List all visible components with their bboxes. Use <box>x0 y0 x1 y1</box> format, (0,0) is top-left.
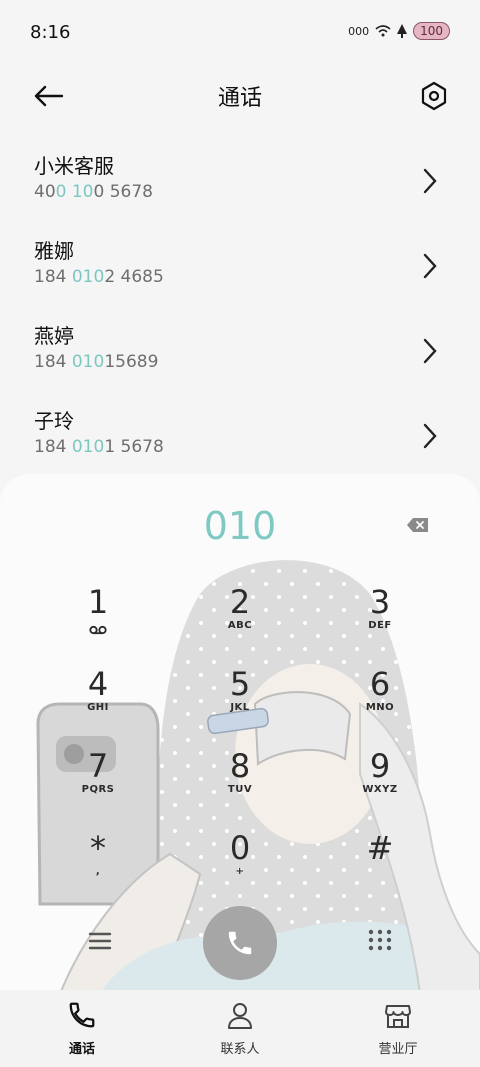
store-icon <box>385 1005 411 1028</box>
phone-icon <box>69 1002 95 1028</box>
contact-name: 子玲 <box>34 409 74 433</box>
nav-calls[interactable]: 通话 <box>32 1000 132 1060</box>
page-title: 通话 <box>217 86 262 111</box>
contact-name: 燕婷 <box>34 324 74 348</box>
bottom-navigation: 通话 联系人 营业厅 <box>0 990 480 1067</box>
nav-store[interactable]: 营业厅 <box>348 1000 448 1060</box>
keypad-grid-icon[interactable] <box>366 928 394 952</box>
call-button[interactable] <box>203 906 277 980</box>
status-icons: 000 100 <box>348 22 450 40</box>
dialpad-panel: 010 1 2 ABC 3 DEF 4 GHI 5 JKL 6 MNO 7 PQ… <box>0 474 480 994</box>
phone-icon <box>228 931 252 955</box>
signal-icon: 000 <box>348 24 370 38</box>
tree-icon <box>397 24 408 38</box>
contact-number: 400 100 5678 <box>34 182 153 202</box>
battery-indicator: 100 <box>413 22 450 40</box>
key-1[interactable]: 1 <box>48 584 148 654</box>
chevron-right-icon <box>423 423 437 449</box>
contact-number: 184 0101 5678 <box>34 437 164 457</box>
key-0[interactable]: 0 + <box>190 830 290 900</box>
menu-icon[interactable] <box>86 930 114 952</box>
person-icon <box>228 1003 252 1029</box>
header: 通话 <box>0 68 480 124</box>
key-4[interactable]: 4 GHI <box>48 666 148 736</box>
backspace-icon[interactable] <box>406 516 430 534</box>
key-8[interactable]: 8 TUV <box>190 748 290 818</box>
key-9[interactable]: 9 WXYZ <box>330 748 430 818</box>
gear-icon <box>421 81 447 111</box>
contact-number: 184 01015689 <box>34 352 159 372</box>
contact-name: 雅娜 <box>34 239 74 263</box>
key-hash[interactable]: # <box>330 830 430 900</box>
key-6[interactable]: 6 MNO <box>330 666 430 736</box>
nav-store-label: 营业厅 <box>378 1042 418 1057</box>
key-star[interactable]: * , <box>48 830 148 900</box>
status-time: 8:16 <box>30 22 71 43</box>
contact-row[interactable]: 燕婷 184 01015689 <box>0 320 480 400</box>
key-7[interactable]: 7 PQRS <box>48 748 148 818</box>
nav-contacts[interactable]: 联系人 <box>190 1000 290 1060</box>
contact-number: 184 0102 4685 <box>34 267 164 287</box>
key-5[interactable]: 5 JKL <box>190 666 290 736</box>
wifi-icon <box>375 25 391 37</box>
contact-row[interactable]: 雅娜 184 0102 4685 <box>0 235 480 315</box>
chevron-right-icon <box>423 253 437 279</box>
nav-calls-label: 通话 <box>68 1042 95 1057</box>
chevron-right-icon <box>423 338 437 364</box>
key-3[interactable]: 3 DEF <box>330 584 430 654</box>
contact-row[interactable]: 子玲 184 0101 5678 <box>0 405 480 485</box>
key-2[interactable]: 2 ABC <box>190 584 290 654</box>
voicemail-icon <box>89 625 107 635</box>
chevron-right-icon <box>423 168 437 194</box>
status-bar: 8:16 000 100 <box>0 0 480 64</box>
contact-row[interactable]: 小米客服 400 100 5678 <box>0 150 480 230</box>
settings-button[interactable] <box>416 78 452 114</box>
nav-contacts-label: 联系人 <box>220 1042 260 1057</box>
contact-name: 小米客服 <box>34 154 114 178</box>
